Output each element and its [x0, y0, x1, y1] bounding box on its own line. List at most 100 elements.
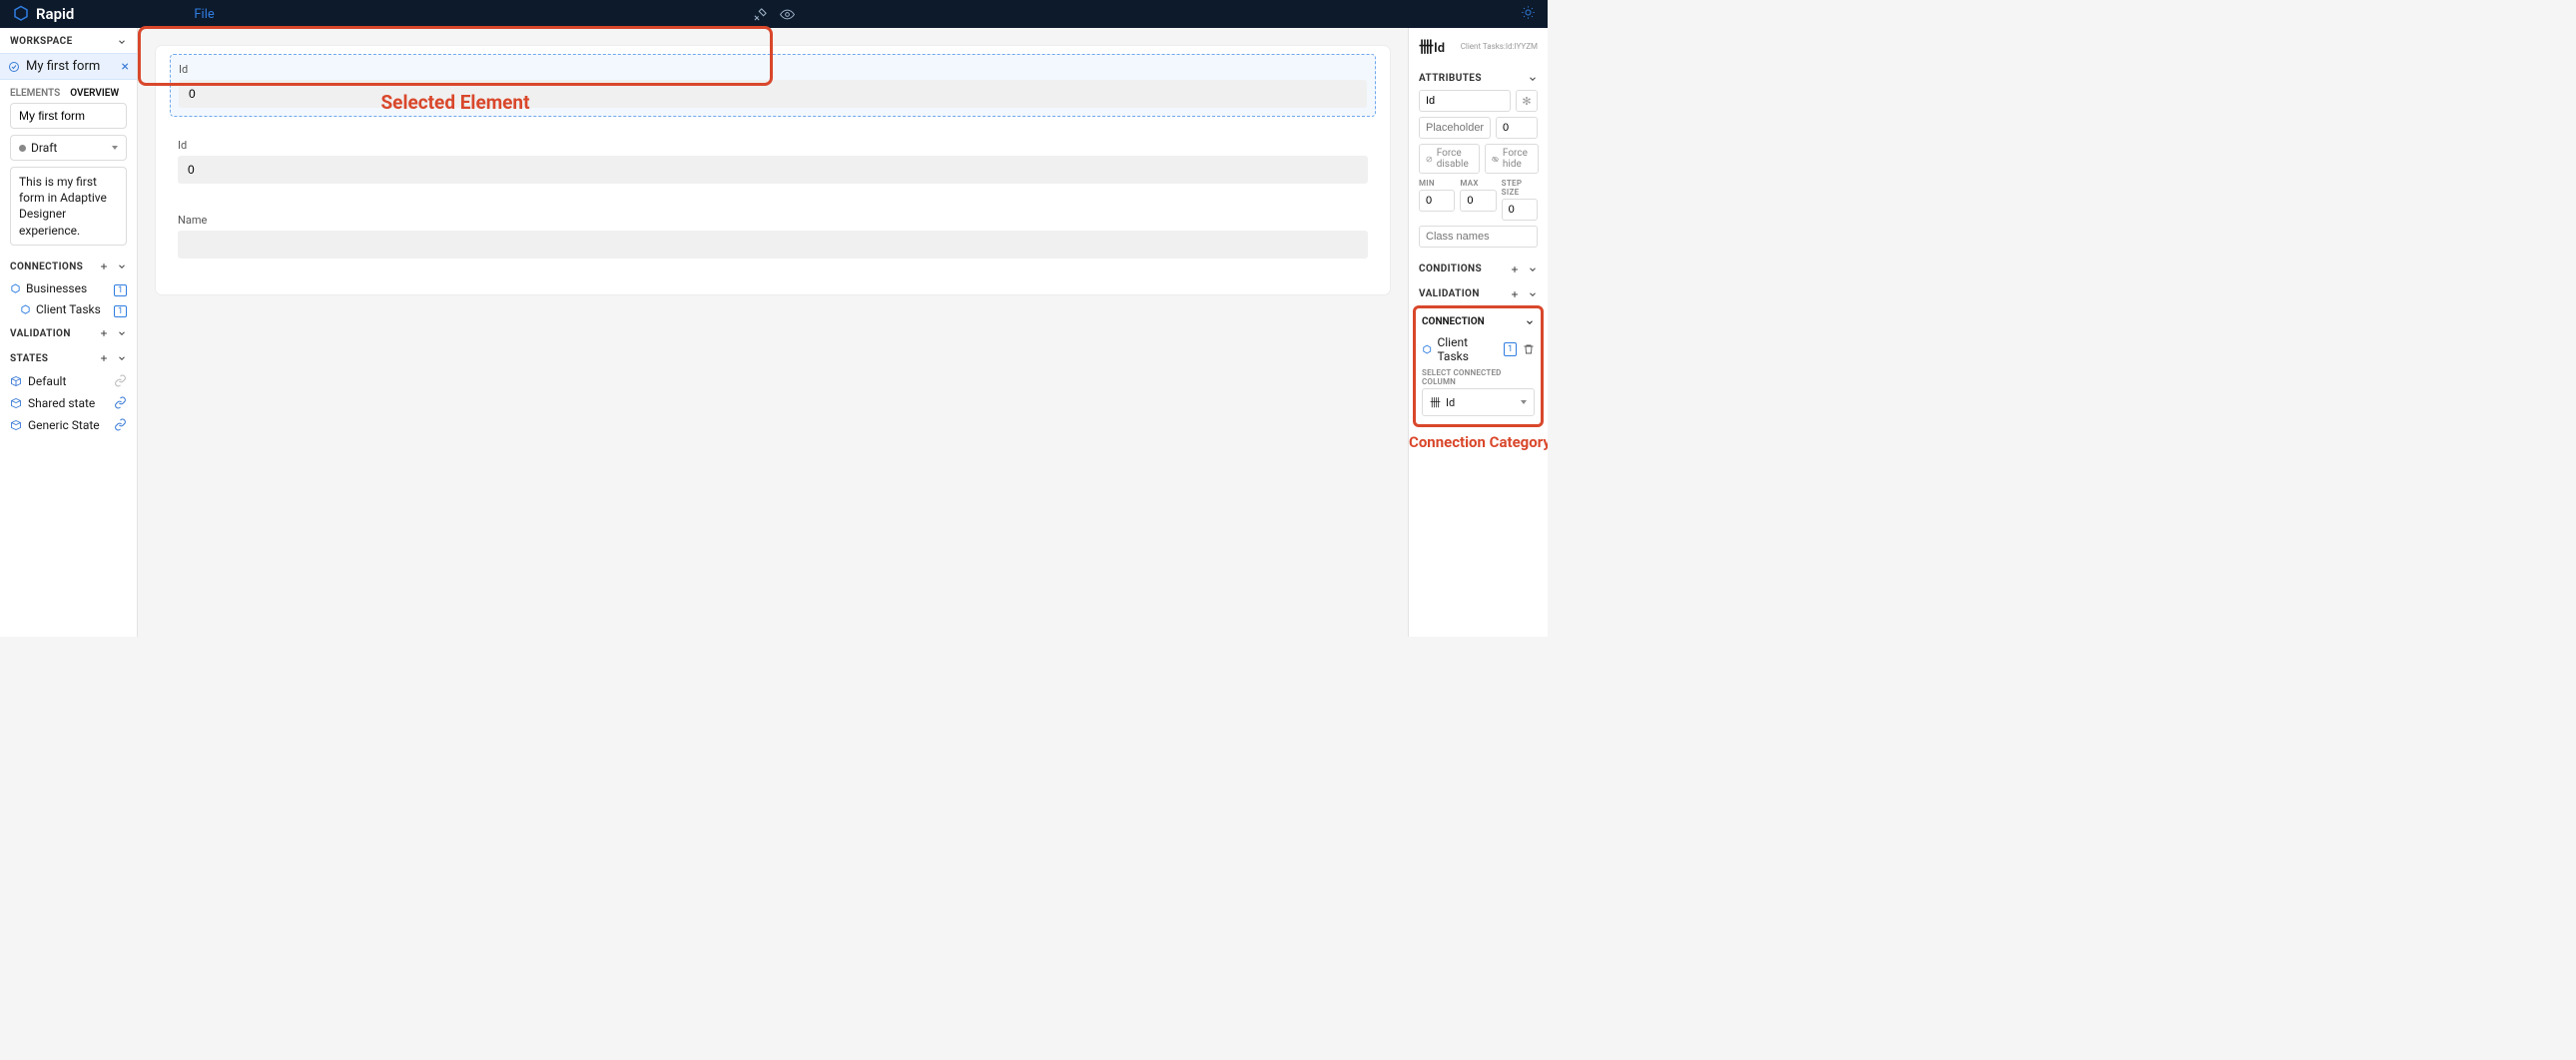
workspace-heading-label: WORKSPACE — [10, 36, 73, 47]
placeholder-input[interactable] — [1419, 117, 1491, 139]
state-item-default[interactable]: Default — [0, 370, 137, 392]
status-select[interactable]: Draft — [10, 135, 127, 161]
hexagon-icon — [20, 304, 31, 315]
connection-item-client-tasks[interactable]: Client Tasks 1 — [0, 299, 137, 320]
states-heading-label: STATES — [10, 353, 48, 364]
plus-icon[interactable] — [1510, 265, 1520, 274]
field-input[interactable] — [178, 231, 1368, 259]
chevron-down-icon — [117, 328, 127, 338]
default-value-input[interactable] — [1496, 117, 1538, 139]
connection-entity[interactable]: Client Tasks 1 — [1422, 333, 1535, 365]
plus-icon[interactable] — [99, 262, 109, 271]
tab-overview[interactable]: OVERVIEW — [70, 88, 119, 99]
field-input[interactable] — [178, 156, 1368, 184]
trash-icon[interactable] — [1523, 343, 1535, 355]
canvas: Id Id Name Selected Element — [138, 28, 1408, 637]
connections-header[interactable]: CONNECTIONS — [0, 254, 137, 278]
brand-name: Rapid — [36, 5, 74, 23]
chevron-down-icon — [117, 353, 127, 363]
min-input[interactable] — [1419, 190, 1455, 212]
form-card: Id Id Name — [156, 46, 1390, 294]
attributes-heading-label: ATTRIBUTES — [1419, 73, 1482, 84]
chevron-down-icon — [117, 262, 127, 271]
tally-icon: 卌 — [1419, 38, 1434, 56]
preview-eye-icon[interactable] — [780, 7, 795, 22]
hexagon-icon — [1422, 344, 1432, 355]
element-name: Id — [1434, 41, 1445, 56]
top-right-tools — [1521, 5, 1536, 24]
workspace-item[interactable]: My first form × — [0, 53, 137, 80]
state-label: Generic State — [28, 418, 100, 432]
state-item-shared[interactable]: Shared state — [0, 392, 137, 414]
conditions-heading-label: CONDITIONS — [1419, 264, 1482, 274]
brand-logo: Rapid — [12, 5, 74, 23]
hexagon-logo-icon — [12, 5, 30, 23]
top-bar: Rapid File — [0, 0, 1548, 28]
package-open-icon — [10, 397, 22, 409]
conditions-header[interactable]: CONDITIONS — [1409, 256, 1548, 280]
annotation-selected-label: Selected Element — [138, 91, 773, 114]
theme-sun-icon[interactable] — [1521, 5, 1536, 20]
lock-name-button[interactable]: ✻ — [1516, 90, 1538, 112]
max-label: MAX — [1460, 179, 1496, 188]
package-icon — [10, 375, 22, 387]
plus-icon[interactable] — [1510, 289, 1520, 299]
connection-right-header[interactable]: CONNECTION — [1422, 312, 1535, 333]
validation-right-heading-label: VALIDATION — [1419, 288, 1480, 299]
field-id[interactable]: Id — [170, 131, 1376, 192]
workspace-header[interactable]: WORKSPACE — [0, 28, 137, 53]
workspace-item-label: My first form — [26, 59, 100, 74]
chevron-down-icon — [1528, 74, 1538, 84]
states-header[interactable]: STATES — [0, 345, 137, 370]
element-title: 卌Id Client Tasks:Id:IYYZM — [1409, 28, 1548, 65]
close-workspace-icon[interactable]: × — [122, 60, 129, 74]
chevron-down-icon — [1525, 317, 1535, 327]
chevron-down-icon — [1528, 289, 1538, 299]
force-disable-toggle[interactable]: Force disable — [1419, 144, 1480, 174]
connection-entity-label: Client Tasks — [1437, 335, 1499, 363]
select-column-label: SELECT CONNECTED COLUMN — [1422, 365, 1535, 388]
connection-badge: 1 — [114, 281, 127, 296]
description-textarea[interactable]: This is my first form in Adaptive Design… — [10, 167, 127, 246]
design-tools-icon[interactable] — [753, 7, 768, 22]
step-input[interactable] — [1502, 199, 1538, 221]
connection-label: Client Tasks — [36, 302, 101, 316]
left-tabs: ELEMENTS OVERVIEW — [0, 80, 137, 103]
element-meta: Client Tasks:Id:IYYZM — [1461, 42, 1538, 51]
tab-elements[interactable]: ELEMENTS — [10, 88, 60, 99]
status-dot-icon — [19, 145, 26, 152]
connection-count-badge: 1 — [1504, 342, 1517, 356]
force-hide-toggle[interactable]: Force hide — [1485, 144, 1539, 174]
form-info: Draft This is my first form in Adaptive … — [0, 103, 137, 254]
file-menu[interactable]: File — [194, 7, 214, 22]
annotation-connection-label: Connection Category — [1409, 427, 1548, 457]
state-item-generic[interactable]: Generic State — [0, 414, 137, 436]
state-label: Default — [28, 374, 66, 388]
attributes-header[interactable]: ATTRIBUTES — [1409, 65, 1548, 90]
plus-icon[interactable] — [99, 353, 109, 363]
validation-header[interactable]: VALIDATION — [0, 320, 137, 345]
chevron-down-icon — [117, 37, 127, 47]
field-name[interactable]: Name — [170, 206, 1376, 266]
form-name-input[interactable] — [10, 103, 127, 129]
connection-badge: 1 — [114, 302, 127, 317]
step-label: STEP SIZE — [1502, 179, 1538, 197]
validation-heading-label: VALIDATION — [10, 328, 71, 339]
class-names-input[interactable] — [1419, 226, 1538, 248]
plus-icon[interactable] — [99, 328, 109, 338]
chevron-down-icon — [1528, 265, 1538, 274]
connection-heading-label: CONNECTION — [1422, 316, 1485, 327]
field-label: Name — [178, 214, 1368, 227]
link-icon — [114, 418, 127, 431]
connected-column-select[interactable]: 卌 Id — [1422, 388, 1535, 416]
connection-item-businesses[interactable]: Businesses 1 — [0, 278, 137, 299]
validation-right-header[interactable]: VALIDATION — [1409, 280, 1548, 305]
status-label: Draft — [31, 141, 57, 155]
max-input[interactable] — [1460, 190, 1496, 212]
attr-name-input[interactable] — [1419, 90, 1511, 112]
check-circle-icon — [8, 61, 20, 73]
connection-label: Businesses — [26, 281, 87, 295]
connection-panel: CONNECTION Client Tasks 1 SELECT CONNECT… — [1413, 305, 1544, 427]
link-icon — [114, 396, 127, 409]
selected-column-value: Id — [1446, 396, 1455, 409]
